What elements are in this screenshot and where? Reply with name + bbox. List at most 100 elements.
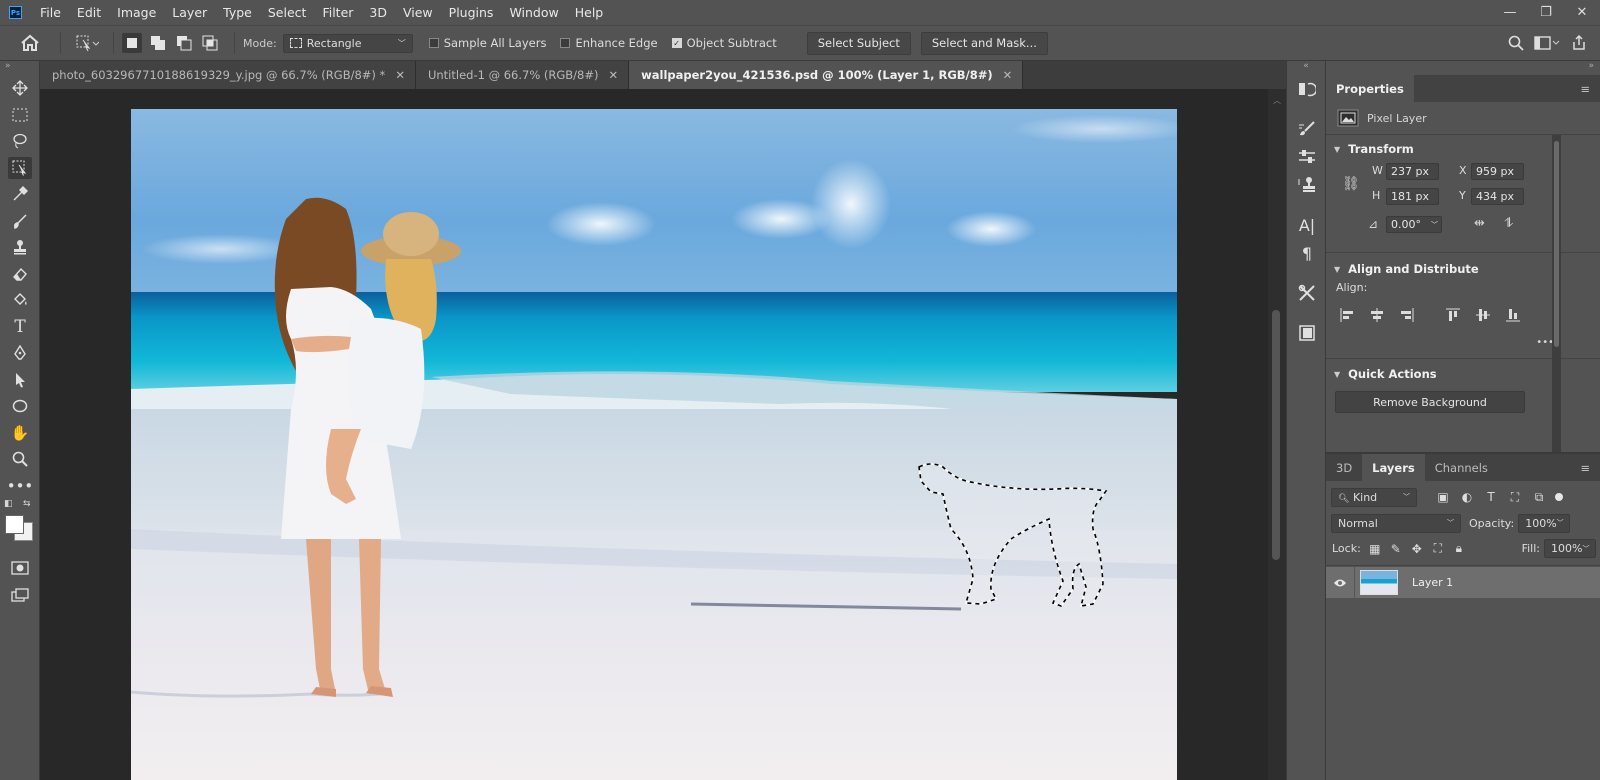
share-button[interactable] xyxy=(1564,35,1594,51)
brush-tool[interactable] xyxy=(0,208,40,235)
blend-mode-dropdown[interactable]: Normal ﹀ xyxy=(1331,513,1461,533)
menu-file[interactable]: File xyxy=(32,5,69,20)
flip-vertical-icon[interactable]: ⥮ xyxy=(1504,216,1513,231)
object-selection-tool[interactable] xyxy=(0,155,40,182)
close-icon[interactable]: ✕ xyxy=(395,68,405,82)
lock-image-icon[interactable]: ✎ xyxy=(1388,541,1404,557)
tools-panel-button[interactable] xyxy=(1287,279,1327,307)
mode-dropdown[interactable]: Rectangle ﹀ xyxy=(282,33,413,53)
canvas-area[interactable] xyxy=(40,89,1268,780)
menu-image[interactable]: Image xyxy=(109,5,164,20)
remove-background-button[interactable]: Remove Background xyxy=(1335,391,1525,413)
filter-adjustment-icon[interactable]: ◐ xyxy=(1459,489,1475,505)
type-tool[interactable]: T xyxy=(0,314,40,341)
quick-mask-button[interactable] xyxy=(0,555,40,582)
link-icon[interactable]: ⛓ xyxy=(1342,176,1360,192)
menu-filter[interactable]: Filter xyxy=(314,5,361,20)
add-to-selection-button[interactable] xyxy=(148,33,168,53)
workspace-button[interactable] xyxy=(1530,36,1564,50)
tab-wallpaper-psd[interactable]: wallpaper2you_421536.psd @ 100% (Layer 1… xyxy=(629,61,1024,89)
search-button[interactable] xyxy=(1502,35,1530,51)
lock-artboard-icon[interactable]: ⛶ xyxy=(1430,541,1446,557)
tab-3d[interactable]: 3D xyxy=(1326,454,1362,481)
hand-tool[interactable]: ✋ xyxy=(0,420,40,447)
properties-scroll-thumb[interactable] xyxy=(1554,141,1559,347)
select-and-mask-button[interactable]: Select and Mask... xyxy=(920,31,1048,55)
eyedropper-tool[interactable] xyxy=(0,181,40,208)
default-colors-icon[interactable]: ◧ xyxy=(4,499,13,509)
history-panel-button[interactable] xyxy=(1287,75,1327,103)
tab-photo-jpg[interactable]: photo_6032967710188619329_y.jpg @ 66.7% … xyxy=(40,61,416,89)
intersect-selection-button[interactable] xyxy=(200,33,220,53)
angle-field[interactable]: 0.00° ﹀ xyxy=(1386,216,1442,233)
more-tools[interactable]: ••• xyxy=(0,473,40,500)
visibility-eye-icon[interactable] xyxy=(1326,578,1354,588)
new-selection-button[interactable] xyxy=(122,33,142,53)
tab-untitled-1[interactable]: Untitled-1 @ 66.7% (RGB/8#) ✕ xyxy=(415,61,630,89)
align-vertical-centers-icon[interactable] xyxy=(1475,307,1491,323)
brushes-panel-button[interactable] xyxy=(1287,115,1327,143)
object-subtract-checkbox[interactable]: ✓ Object Subtract xyxy=(671,36,777,50)
restore-button[interactable]: ❐ xyxy=(1528,5,1564,20)
adjustments-panel-button[interactable] xyxy=(1287,143,1327,171)
canvas-vertical-scrollbar[interactable]: ︿ xyxy=(1268,89,1286,780)
tab-layers[interactable]: Layers xyxy=(1362,454,1425,481)
paint-bucket-tool[interactable] xyxy=(0,287,40,314)
align-top-edges-icon[interactable] xyxy=(1445,307,1461,323)
collapse-toolbar-icon[interactable]: » xyxy=(0,61,39,75)
path-selection-tool[interactable] xyxy=(0,367,40,394)
move-tool[interactable] xyxy=(0,75,40,102)
scroll-up-icon[interactable]: ︿ xyxy=(1273,95,1281,106)
align-bottom-edges-icon[interactable] xyxy=(1505,307,1521,323)
filter-type-icon[interactable]: T xyxy=(1483,489,1499,505)
menu-help[interactable]: Help xyxy=(567,5,612,20)
tab-channels[interactable]: Channels xyxy=(1425,454,1498,481)
lock-transparent-icon[interactable]: ▦ xyxy=(1367,541,1383,557)
lock-all-icon[interactable]: 🔒︎ xyxy=(1451,541,1467,557)
align-left-edges-icon[interactable] xyxy=(1339,307,1355,323)
y-field[interactable]: 434 px xyxy=(1471,188,1524,205)
filter-shape-icon[interactable]: ⛶ xyxy=(1507,489,1523,505)
document-image[interactable] xyxy=(131,109,1177,780)
eraser-tool[interactable] xyxy=(0,261,40,288)
flip-horizontal-icon[interactable]: ⇹ xyxy=(1474,216,1485,231)
kind-filter-dropdown[interactable]: 🔍︎ Kind ﹀ xyxy=(1331,487,1417,507)
character-panel-button[interactable]: A| xyxy=(1287,211,1327,239)
layer-row[interactable]: Layer 1 xyxy=(1326,567,1600,598)
close-icon[interactable]: ✕ xyxy=(609,68,619,82)
paragraph-panel-button[interactable]: ¶ xyxy=(1287,239,1327,267)
foreground-color-swatch[interactable] xyxy=(5,515,24,534)
align-right-edges-icon[interactable] xyxy=(1399,307,1415,323)
lasso-tool[interactable] xyxy=(0,128,40,155)
menu-edit[interactable]: Edit xyxy=(69,5,109,20)
x-field[interactable]: 959 px xyxy=(1471,163,1524,180)
scrollbar-thumb[interactable] xyxy=(1272,310,1280,560)
marquee-tool[interactable] xyxy=(0,102,40,129)
layer-name[interactable]: Layer 1 xyxy=(1412,576,1453,589)
menu-layer[interactable]: Layer xyxy=(164,5,215,20)
menu-type[interactable]: Type xyxy=(215,5,260,20)
menu-3d[interactable]: 3D xyxy=(361,5,395,20)
align-horizontal-centers-icon[interactable] xyxy=(1369,307,1385,323)
subtract-from-selection-button[interactable] xyxy=(174,33,194,53)
collapse-strip-icon[interactable]: « xyxy=(1287,61,1325,75)
select-subject-button[interactable]: Select Subject xyxy=(806,31,911,55)
zoom-tool[interactable] xyxy=(0,446,40,473)
home-button[interactable] xyxy=(8,28,52,58)
height-field[interactable]: 181 px xyxy=(1386,188,1439,205)
screen-mode-button[interactable] xyxy=(0,582,40,609)
menu-window[interactable]: Window xyxy=(501,5,566,20)
fill-field[interactable]: 100% ﹀ xyxy=(1544,539,1596,558)
panel-menu-icon[interactable]: ≡ xyxy=(1570,454,1600,481)
stamp-tool[interactable] xyxy=(0,234,40,261)
lock-position-icon[interactable]: ✥ xyxy=(1409,541,1425,557)
filter-smart-object-icon[interactable]: ⧉ xyxy=(1531,489,1547,505)
collapse-panels-icon[interactable]: » xyxy=(1326,61,1600,75)
opacity-field[interactable]: 100% ﹀ xyxy=(1518,513,1571,533)
filter-toggle[interactable] xyxy=(1555,493,1563,501)
enhance-edge-checkbox[interactable]: Enhance Edge xyxy=(560,36,658,50)
sample-all-layers-checkbox[interactable]: Sample All Layers xyxy=(428,36,546,50)
width-field[interactable]: 237 px xyxy=(1386,163,1439,180)
tab-properties[interactable]: Properties xyxy=(1326,75,1414,102)
menu-view[interactable]: View xyxy=(395,5,441,20)
